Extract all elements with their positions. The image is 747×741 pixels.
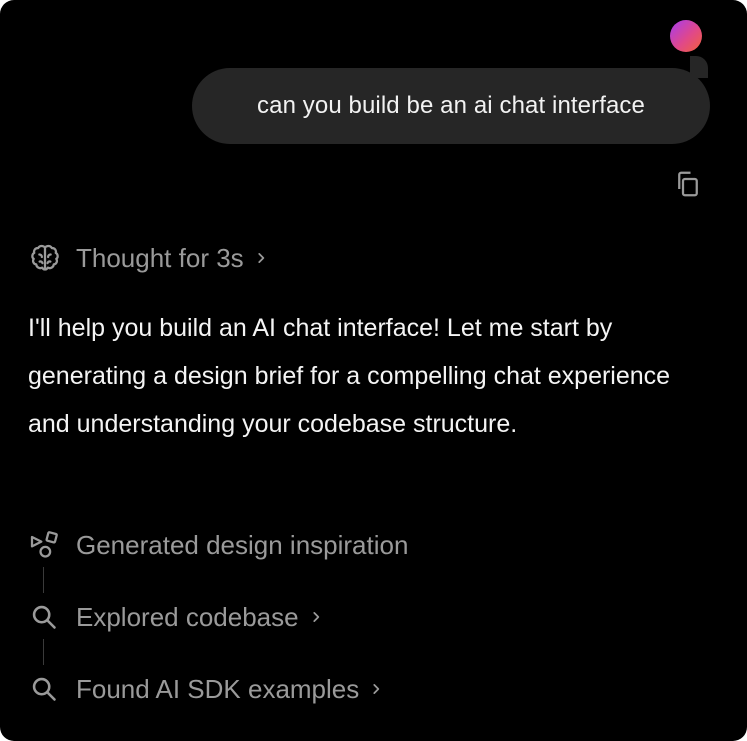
step-connector [43, 567, 44, 593]
chevron-right-icon [369, 682, 383, 696]
search-icon [28, 673, 60, 705]
step-label: Found AI SDK examples [76, 673, 360, 704]
step-label: Generated design inspiration [76, 529, 409, 560]
assistant-message: I'll help you build an AI chat interface… [28, 314, 671, 438]
thought-label: Thought for 3s [76, 242, 244, 273]
user-message-bubble: can you build be an ai chat interface [192, 68, 710, 144]
step-design-inspiration: Generated design inspiration [28, 523, 408, 567]
thought-toggle[interactable]: Thought for 3s [28, 238, 268, 278]
chevron-right-icon [309, 610, 323, 624]
search-icon [28, 601, 60, 633]
chevron-right-icon [254, 251, 268, 265]
step-label: Explored codebase [76, 601, 299, 632]
copy-icon [678, 171, 698, 197]
step-explored-codebase[interactable]: Explored codebase [28, 595, 323, 639]
copy-message-button[interactable] [672, 168, 704, 200]
chat-panel: can you build be an ai chat interface Th… [0, 0, 747, 741]
brain-icon [28, 241, 62, 275]
user-avatar [670, 20, 702, 52]
shapes-icon [28, 529, 60, 561]
user-message-text: can you build be an ai chat interface [257, 92, 645, 119]
step-found-sdk-examples[interactable]: Found AI SDK examples [28, 667, 383, 711]
step-connector [43, 639, 44, 665]
